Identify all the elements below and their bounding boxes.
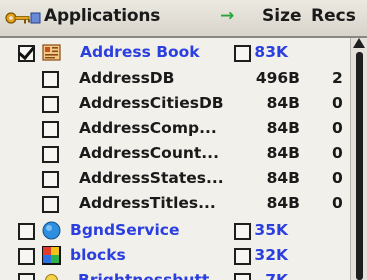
database-name: AddressCount... bbox=[79, 144, 219, 162]
blue-circle-icon bbox=[42, 221, 61, 240]
database-name: AddressComp... bbox=[79, 119, 217, 137]
list-item[interactable]: AddressCitiesDB 84B 0 bbox=[0, 91, 350, 116]
list-item[interactable]: blocks 32K bbox=[0, 243, 350, 268]
backup-checkbox[interactable] bbox=[234, 45, 251, 62]
applications-list: Address Book 83K AddressDB 496B 2 Addres… bbox=[0, 38, 350, 280]
recs-column-header[interactable]: Recs bbox=[311, 6, 356, 26]
select-checkbox[interactable] bbox=[42, 121, 59, 138]
select-checkbox[interactable] bbox=[42, 71, 59, 88]
size-column-header[interactable]: Size bbox=[262, 6, 302, 26]
select-checkbox[interactable] bbox=[42, 96, 59, 113]
app-name: blocks bbox=[70, 246, 126, 264]
page-title: Applications bbox=[44, 6, 161, 26]
address-book-icon bbox=[42, 44, 61, 61]
select-checkbox[interactable] bbox=[18, 45, 35, 62]
list-item[interactable]: AddressCount... 84B 0 bbox=[0, 141, 350, 166]
database-name: AddressTitles... bbox=[79, 194, 216, 212]
applications-screen: Applications → Size Recs Address Book 83… bbox=[0, 0, 367, 280]
sort-arrow-icon[interactable]: → bbox=[220, 6, 234, 26]
size-value: 35K bbox=[254, 221, 288, 239]
select-checkbox[interactable] bbox=[42, 146, 59, 163]
list-item[interactable]: Address Book 83K bbox=[0, 40, 350, 65]
size-value: 496B bbox=[255, 69, 300, 87]
database-name: AddressCitiesDB bbox=[79, 94, 224, 112]
select-checkbox[interactable] bbox=[18, 223, 35, 240]
list-item[interactable]: AddressTitles... 84B 0 bbox=[0, 191, 350, 216]
backup-checkbox[interactable] bbox=[234, 273, 251, 280]
size-value: 84B bbox=[266, 169, 300, 187]
backup-checkbox[interactable] bbox=[234, 223, 251, 240]
size-value: 84B bbox=[266, 94, 300, 112]
select-checkbox[interactable] bbox=[42, 171, 59, 188]
size-value: 83K bbox=[254, 43, 288, 61]
records-value: 0 bbox=[332, 119, 343, 137]
scroll-up-arrow-icon[interactable] bbox=[353, 38, 365, 48]
keys-icon bbox=[5, 12, 41, 24]
brightness-icon bbox=[45, 274, 58, 280]
records-value: 0 bbox=[332, 94, 343, 112]
select-checkbox[interactable] bbox=[18, 248, 35, 265]
list-item[interactable]: AddressStates... 84B 0 bbox=[0, 166, 350, 191]
backup-checkbox[interactable] bbox=[234, 248, 251, 265]
size-value: 84B bbox=[266, 144, 300, 162]
vertical-scrollbar[interactable] bbox=[350, 38, 367, 280]
scroll-thumb[interactable] bbox=[356, 52, 363, 280]
records-value: 0 bbox=[332, 169, 343, 187]
records-value: 0 bbox=[332, 194, 343, 212]
records-value: 2 bbox=[332, 69, 343, 87]
blocks-game-icon bbox=[42, 246, 61, 265]
size-value: 84B bbox=[266, 119, 300, 137]
select-checkbox[interactable] bbox=[18, 273, 35, 280]
list-item[interactable]: BgndService 35K bbox=[0, 218, 350, 243]
list-item[interactable]: AddressComp... 84B 0 bbox=[0, 116, 350, 141]
app-name: Brightnessbutt... bbox=[78, 271, 227, 280]
size-value: 7K bbox=[265, 271, 288, 280]
list-item[interactable]: Brightnessbutt... 7K bbox=[0, 268, 350, 280]
app-name: BgndService bbox=[70, 221, 180, 239]
app-name: Address Book bbox=[80, 43, 200, 61]
size-value: 84B bbox=[266, 194, 300, 212]
select-checkbox[interactable] bbox=[42, 196, 59, 213]
size-value: 32K bbox=[254, 246, 288, 264]
list-item[interactable]: AddressDB 496B 2 bbox=[0, 66, 350, 91]
records-value: 0 bbox=[332, 144, 343, 162]
database-name: AddressStates... bbox=[79, 169, 224, 187]
database-name: AddressDB bbox=[79, 69, 175, 87]
header-bar: Applications → Size Recs bbox=[0, 0, 367, 38]
